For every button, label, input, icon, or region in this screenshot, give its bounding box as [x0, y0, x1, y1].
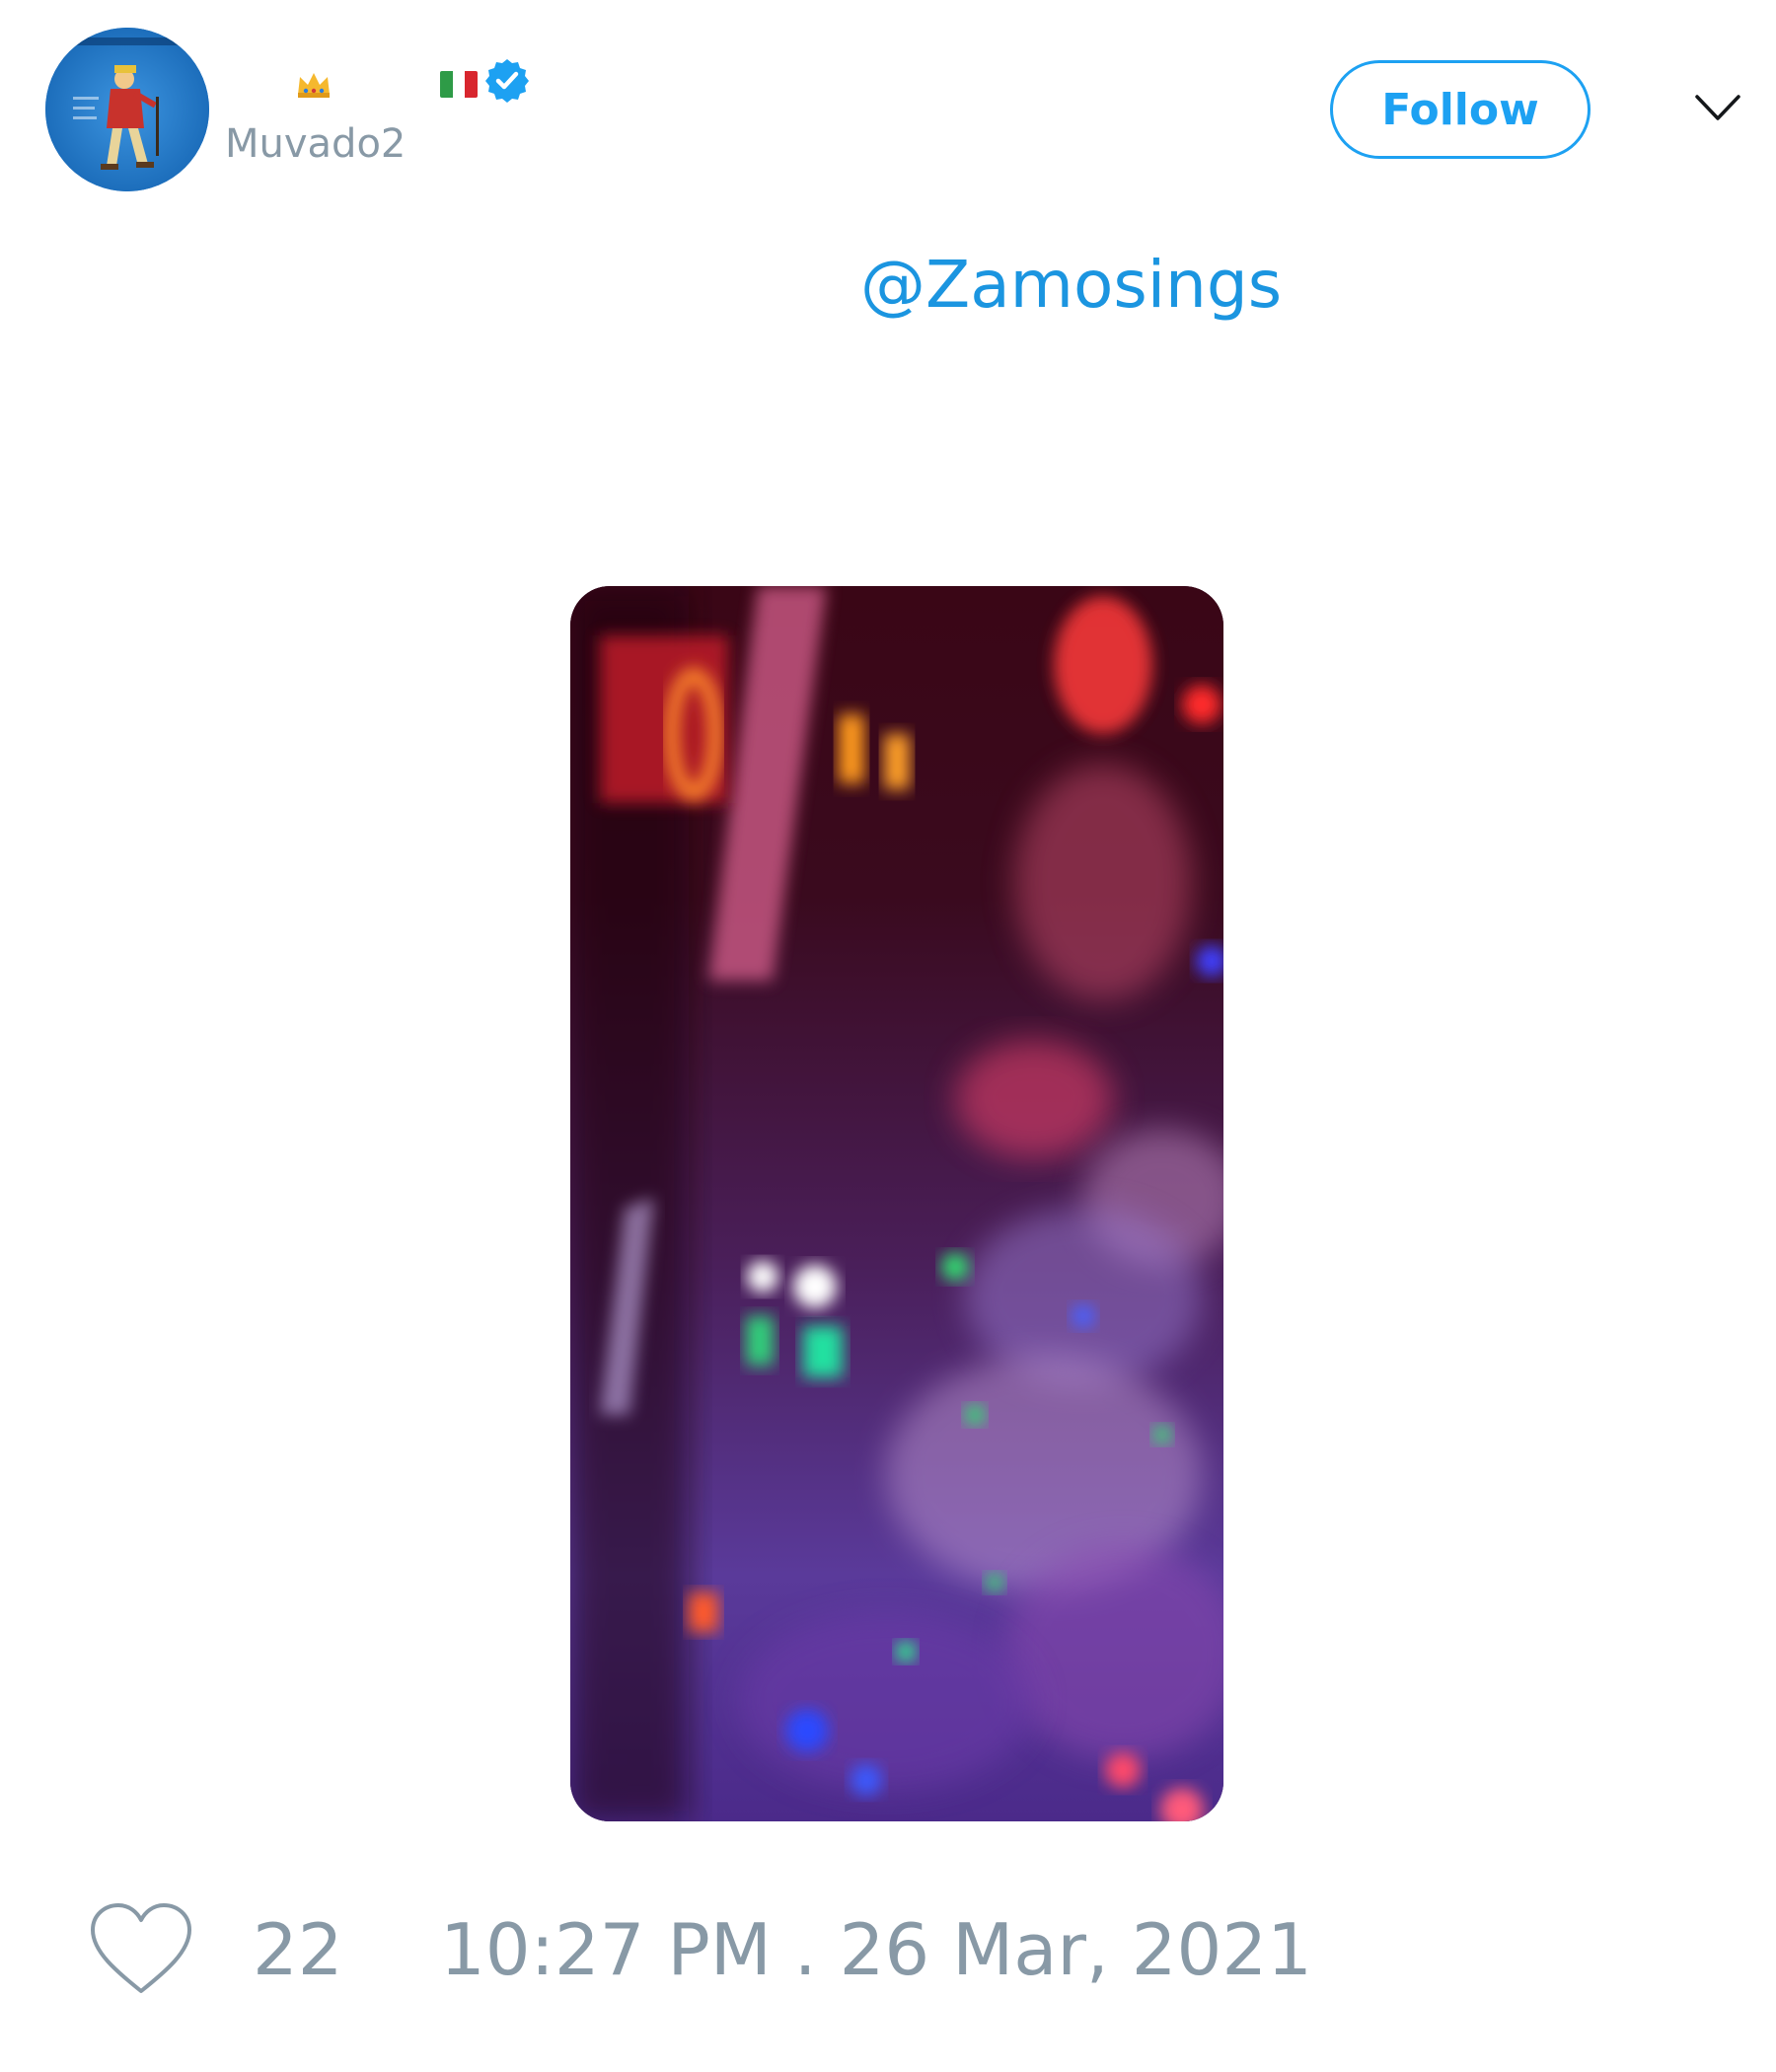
mention-link[interactable]: @Zamosings: [860, 253, 1282, 318]
verified-badge-icon: [485, 59, 529, 103]
avatar[interactable]: [45, 28, 209, 191]
video-thumbnail[interactable]: [570, 586, 1223, 1821]
chevron-down-icon[interactable]: [1693, 91, 1742, 124]
author-handle[interactable]: Muvado2: [225, 124, 406, 164]
heart-outline-icon[interactable]: [87, 1900, 195, 1997]
video-frame-image: [570, 586, 1223, 1821]
tweet-timestamp[interactable]: 10:27 PM . 26 Mar, 2021: [440, 1914, 1312, 1985]
follow-button[interactable]: Follow: [1330, 60, 1591, 159]
like-count: 22: [253, 1908, 343, 1991]
avatar-illustration: [45, 28, 209, 191]
italy-flag-emoji: [440, 71, 478, 98]
crown-emoji: [298, 73, 330, 98]
